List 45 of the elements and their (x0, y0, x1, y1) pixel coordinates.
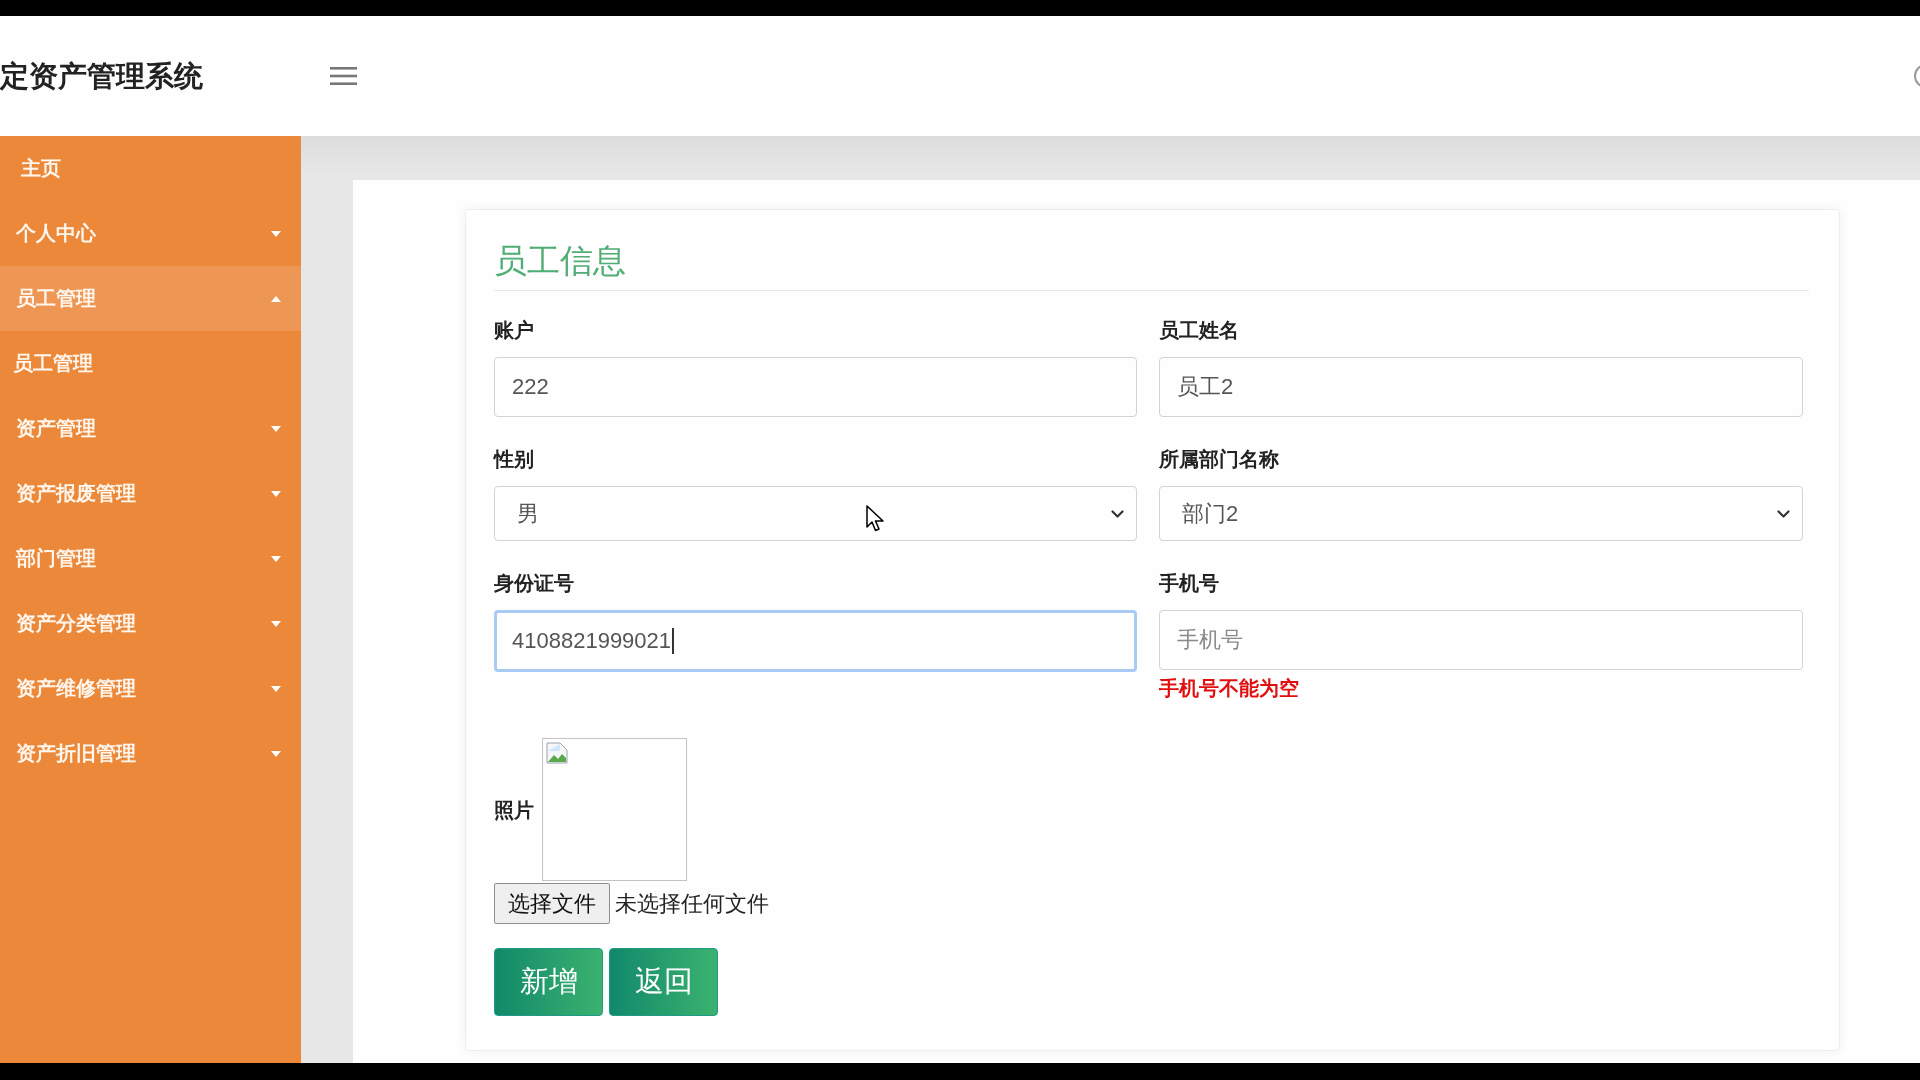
chevron-down-icon (1777, 509, 1790, 518)
caret-down-icon (271, 685, 281, 692)
app-title: 定资产管理系统 (0, 59, 203, 94)
caret-down-icon (271, 490, 281, 497)
sidebar-item[interactable]: 部门管理 (0, 526, 301, 591)
caret-down-icon (271, 425, 281, 432)
sidebar-item[interactable]: 资产管理 (0, 396, 301, 461)
input-field[interactable]: 4108821999021 (494, 610, 1137, 672)
select-field[interactable]: 部门2 (1159, 486, 1803, 541)
field-label: 身份证号 (494, 571, 574, 595)
form-title: 员工信息 (494, 241, 626, 281)
select-field[interactable]: 男 (494, 486, 1137, 541)
broken-image-icon (546, 742, 568, 764)
field-label: 账户 (494, 318, 534, 342)
field-label: 照片 (494, 797, 534, 822)
sidebar-item[interactable]: 资产折旧管理 (0, 721, 301, 786)
sidebar-subitem[interactable]: 员工管理 (0, 331, 301, 396)
choose-file-button[interactable]: 选择文件 (494, 883, 610, 924)
add-button[interactable]: 新增 (494, 948, 603, 1016)
file-status-text: 未选择任何文件 (615, 889, 769, 918)
sidebar-item[interactable]: 资产报废管理 (0, 461, 301, 526)
input-field[interactable]: 手机号 (1159, 610, 1803, 670)
caret-down-icon (271, 620, 281, 627)
avatar-icon[interactable] (1913, 64, 1920, 88)
input-field[interactable]: 员工2 (1159, 357, 1803, 417)
input-field[interactable]: 222 (494, 357, 1137, 417)
field-label: 手机号 (1159, 571, 1219, 595)
sidebar-item[interactable]: 主页 (0, 136, 301, 201)
caret-down-icon (271, 750, 281, 757)
sidebar-item[interactable]: 资产分类管理 (0, 591, 301, 656)
sidebar-item[interactable]: 资产维修管理 (0, 656, 301, 721)
mouse-pointer-icon (866, 505, 885, 533)
menu-icon[interactable] (330, 66, 357, 86)
field-label: 所属部门名称 (1159, 447, 1279, 471)
field-label: 性别 (494, 447, 534, 471)
back-button[interactable]: 返回 (609, 948, 718, 1016)
sidebar-item[interactable]: 员工管理 (0, 266, 301, 331)
caret-up-icon (271, 295, 281, 302)
field-label: 员工姓名 (1159, 318, 1239, 342)
caret-down-icon (271, 555, 281, 562)
sidebar-item[interactable]: 个人中心 (0, 201, 301, 266)
error-message: 手机号不能为空 (1159, 676, 1299, 700)
text-cursor-icon (672, 628, 675, 654)
caret-down-icon (271, 230, 281, 237)
chevron-down-icon (1111, 509, 1124, 518)
